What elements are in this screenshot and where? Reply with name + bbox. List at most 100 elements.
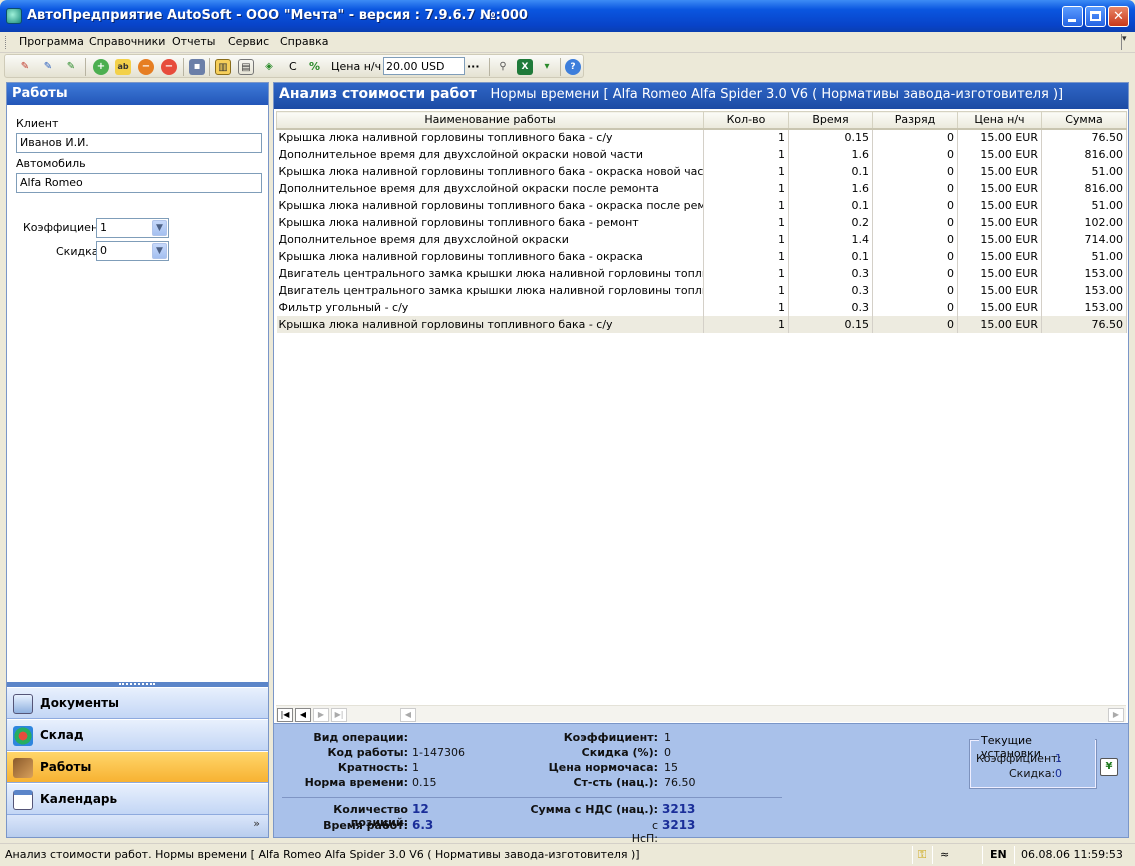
table-cell: 15.00 EUR bbox=[957, 196, 1042, 214]
scroll-left-button[interactable]: ◀ bbox=[400, 708, 416, 722]
language-indicator[interactable]: EN bbox=[990, 848, 1007, 861]
nsp-label: с НсП: bbox=[631, 819, 658, 845]
disc-info-label: Скидка (%): bbox=[581, 746, 658, 759]
nav-documents[interactable]: Документы bbox=[7, 687, 268, 719]
excel-icon[interactable]: X bbox=[517, 59, 533, 75]
client-field[interactable]: Иванов И.И. bbox=[16, 133, 262, 153]
add-icon[interactable]: + bbox=[93, 59, 109, 75]
menu-grip bbox=[5, 36, 8, 49]
table-cell: 15.00 EUR bbox=[957, 179, 1042, 197]
delete-icon[interactable]: − bbox=[161, 59, 177, 75]
last-record-button[interactable]: ▶| bbox=[331, 708, 347, 722]
coef-select[interactable]: 1 ▼ bbox=[96, 218, 169, 238]
table-cell: 15.00 EUR bbox=[957, 298, 1042, 316]
column-header[interactable]: Цена н/ч bbox=[957, 111, 1042, 130]
car-field[interactable]: Alfa Romeo bbox=[16, 173, 262, 193]
next-record-button[interactable]: ▶ bbox=[313, 708, 329, 722]
discount-select[interactable]: 0 ▼ bbox=[96, 241, 169, 261]
table-row[interactable]: Крышка люка наливной горловины топливног… bbox=[276, 247, 1127, 265]
cost-label: Ст-сть (нац.): bbox=[573, 776, 658, 789]
table-row[interactable]: Дополнительное время для двухслойной окр… bbox=[276, 179, 1127, 197]
column-header[interactable]: Разряд bbox=[872, 111, 958, 130]
column-header[interactable]: Время bbox=[788, 111, 873, 130]
table-cell: 15.00 EUR bbox=[957, 281, 1042, 299]
work-time-label: Время работ: bbox=[323, 819, 408, 832]
menu-service[interactable]: Сервис bbox=[228, 35, 269, 48]
table-cell: 1 bbox=[703, 179, 789, 197]
rate-more-button[interactable]: ··· bbox=[467, 60, 480, 73]
status-bar: Анализ стоимости работ. Нормы времени [ … bbox=[0, 843, 1135, 866]
user-edit-icon[interactable]: ✎ bbox=[17, 59, 33, 75]
table-cell: 51.00 bbox=[1041, 162, 1127, 180]
table-row[interactable]: Двигатель центрального замка крышки люка… bbox=[276, 281, 1127, 299]
nsp-value: 3213 bbox=[662, 818, 696, 832]
table-cell: 0 bbox=[872, 264, 958, 282]
app-window: АвтоПредприятие AutoSoft - ООО "Мечта" -… bbox=[0, 0, 1135, 866]
c-button[interactable]: С bbox=[289, 60, 297, 73]
current-settings-group: Текущие установки Коэффициент: 1 Скидка:… bbox=[969, 734, 1097, 789]
save-icon[interactable]: ▪ bbox=[189, 59, 205, 75]
close-button[interactable]: ✕ bbox=[1108, 6, 1129, 27]
chevron-down-icon[interactable]: ▼ bbox=[152, 243, 167, 259]
nav-calendar-label: Календарь bbox=[40, 792, 118, 806]
scroll-right-button[interactable]: ▶ bbox=[1108, 708, 1124, 722]
rename-icon[interactable]: ab bbox=[115, 59, 131, 75]
nav-warehouse-label: Склад bbox=[40, 728, 84, 742]
minimize-button[interactable] bbox=[1062, 6, 1083, 27]
export-icon[interactable]: ▾ bbox=[539, 59, 555, 75]
table-cell: 1.4 bbox=[788, 230, 873, 248]
table-row[interactable]: Крышка люка наливной горловины топливног… bbox=[276, 196, 1127, 214]
nav-more-button[interactable]: » bbox=[7, 815, 268, 837]
percent-button[interactable]: % bbox=[309, 60, 320, 73]
table-cell: 816.00 bbox=[1041, 179, 1127, 197]
table-row[interactable]: Крышка люка наливной горловины топливног… bbox=[276, 315, 1127, 333]
table-cell: 76.50 bbox=[1041, 315, 1127, 333]
table-cell: 0.1 bbox=[788, 162, 873, 180]
remove-icon[interactable]: − bbox=[138, 59, 154, 75]
client-label: Клиент bbox=[16, 117, 59, 130]
tag-icon[interactable]: ◈ bbox=[261, 59, 277, 75]
nav-works[interactable]: Работы bbox=[7, 751, 268, 783]
first-record-button[interactable]: |◀ bbox=[277, 708, 293, 722]
table-cell: 0 bbox=[872, 179, 958, 197]
prev-record-button[interactable]: ◀ bbox=[295, 708, 311, 722]
table-row[interactable]: Крышка люка наливной горловины топливног… bbox=[276, 162, 1127, 180]
menu-overflow-icon[interactable]: ▾ bbox=[1121, 34, 1131, 50]
menu-help[interactable]: Справка bbox=[280, 35, 328, 48]
title-bar[interactable]: АвтоПредприятие AutoSoft - ООО "Мечта" -… bbox=[0, 0, 1135, 32]
user-add-icon[interactable]: ✎ bbox=[63, 59, 79, 75]
menu-references[interactable]: Справочники bbox=[89, 35, 165, 48]
table-row[interactable]: Крышка люка наливной горловины топливног… bbox=[276, 213, 1127, 231]
connection-icon: ≈ bbox=[940, 848, 950, 861]
maximize-button[interactable] bbox=[1085, 6, 1106, 27]
user-view-icon[interactable]: ✎ bbox=[40, 59, 56, 75]
table-cell: 1.6 bbox=[788, 179, 873, 197]
table-cell: Крышка люка наливной горловины топливног… bbox=[276, 213, 704, 231]
column-header[interactable]: Сумма bbox=[1041, 111, 1127, 130]
table-row[interactable]: Дополнительное время для двухслойной окр… bbox=[276, 230, 1127, 248]
chevron-down-icon[interactable]: ▼ bbox=[152, 220, 167, 236]
menu-program[interactable]: Программа bbox=[19, 35, 84, 48]
apply-settings-button[interactable]: ¥ bbox=[1100, 758, 1118, 776]
help-icon[interactable]: ? bbox=[565, 59, 581, 75]
column-header[interactable]: Кол-во bbox=[703, 111, 789, 130]
panel-left-icon[interactable]: ▥ bbox=[215, 59, 231, 75]
table-row[interactable]: Крышка люка наливной горловины топливног… bbox=[276, 128, 1127, 146]
table-row[interactable]: Дополнительное время для двухслойной окр… bbox=[276, 145, 1127, 163]
rate-input[interactable]: 20.00 USD bbox=[383, 57, 465, 75]
nav-warehouse[interactable]: Склад bbox=[7, 719, 268, 751]
settings-coef-value: 1 bbox=[1055, 752, 1062, 765]
nav-documents-label: Документы bbox=[40, 696, 119, 710]
table-cell: 15.00 EUR bbox=[957, 128, 1042, 146]
menu-reports[interactable]: Отчеты bbox=[172, 35, 215, 48]
search-icon[interactable]: ⚲ bbox=[495, 59, 511, 75]
table-cell: Дополнительное время для двухслойной окр… bbox=[276, 179, 704, 197]
analysis-subtitle: Нормы времени [ Alfa Romeo Alfa Spider 3… bbox=[490, 87, 1064, 102]
table-row[interactable]: Двигатель центрального замка крышки люка… bbox=[276, 264, 1127, 282]
panel-right-icon[interactable]: ▤ bbox=[238, 59, 254, 75]
table-cell: 1 bbox=[703, 281, 789, 299]
table-row[interactable]: Фильтр угольный - с/у 1 0.3 0 15.00 EUR 153.0… bbox=[276, 298, 1127, 316]
column-header[interactable]: Наименование работы bbox=[276, 111, 704, 130]
info-divider bbox=[282, 797, 782, 798]
nav-calendar[interactable]: Календарь bbox=[7, 783, 268, 815]
